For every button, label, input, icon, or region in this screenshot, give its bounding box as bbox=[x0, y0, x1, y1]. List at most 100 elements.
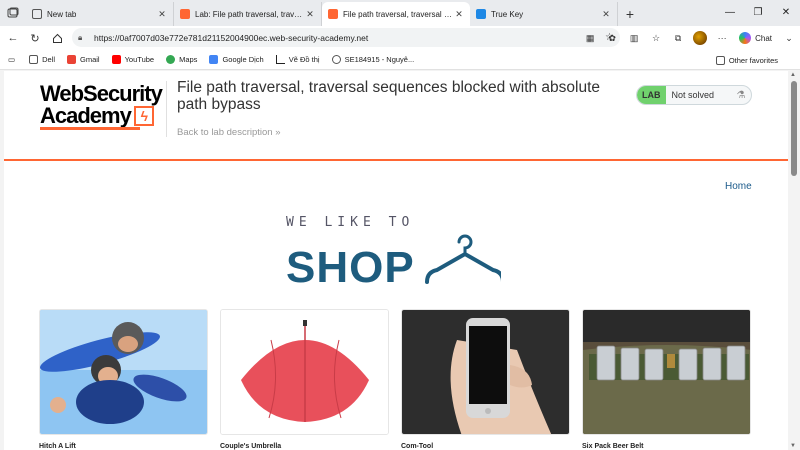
banner-tagline: WE LIKE TO bbox=[286, 215, 415, 230]
portswigger-icon bbox=[180, 9, 190, 19]
profile-avatar[interactable] bbox=[689, 27, 711, 49]
address-bar[interactable]: 🔒︎ https://0af7007d03e772e781d2115200490… bbox=[72, 28, 620, 47]
copilot-chat-button[interactable]: Chat bbox=[733, 32, 778, 44]
product-name[interactable]: Com-Tool bbox=[401, 443, 433, 450]
new-tab-icon bbox=[32, 9, 42, 19]
tab-title: New tab bbox=[47, 9, 77, 19]
globe-icon bbox=[331, 55, 341, 64]
maps-icon bbox=[166, 55, 176, 64]
browser-toolbar: ← ↻ 🔒︎ https://0af7007d03e772e781d211520… bbox=[0, 26, 800, 50]
product-card[interactable] bbox=[220, 309, 389, 435]
scroll-down-icon[interactable]: ▼ bbox=[790, 443, 796, 449]
folder-icon bbox=[29, 55, 39, 64]
bookmark-label: Gmail bbox=[80, 55, 100, 64]
product-card[interactable] bbox=[582, 309, 751, 435]
bookmark-graph[interactable]: Vẽ Đồ thị bbox=[275, 55, 320, 64]
lightning-icon: ϟ bbox=[133, 106, 154, 126]
other-favorites[interactable]: Other favorites bbox=[715, 50, 778, 70]
close-window-icon[interactable]: ✕ bbox=[772, 0, 800, 24]
tab-new-tab[interactable]: New tab ✕ bbox=[26, 2, 174, 26]
refresh-icon[interactable]: ↻ bbox=[24, 27, 46, 49]
toolbar-right: ▦ ✿ ▥ ☆ ⧉ ··· Chat ⌄ bbox=[579, 26, 800, 50]
bookmark-label: YouTube bbox=[124, 55, 155, 64]
scrollbar-thumb[interactable] bbox=[791, 81, 797, 176]
restore-icon[interactable]: ❐ bbox=[744, 0, 772, 24]
bookmark-label: Maps bbox=[179, 55, 198, 64]
header-divider bbox=[166, 81, 167, 137]
banner-title: SHOP bbox=[286, 243, 415, 292]
tab-bar: New tab ✕ Lab: File path traversal, trav… bbox=[0, 0, 800, 26]
product-image-red-umbrella[interactable] bbox=[221, 310, 389, 435]
product-image-skydivers[interactable] bbox=[40, 310, 208, 435]
tab-actions-icon[interactable] bbox=[0, 0, 26, 26]
extensions-icon[interactable]: ✿ bbox=[601, 27, 623, 49]
back-icon[interactable]: ← bbox=[2, 27, 24, 49]
bookmark-youtube[interactable]: YouTube bbox=[111, 55, 155, 64]
home-icon[interactable] bbox=[46, 27, 68, 49]
close-icon[interactable]: ✕ bbox=[157, 9, 167, 20]
tab-lab-description[interactable]: Lab: File path traversal, traversal se ✕ bbox=[174, 2, 322, 26]
bookmark-label: Vẽ Đồ thị bbox=[288, 55, 320, 64]
bookmark-dell[interactable]: Dell bbox=[29, 55, 55, 64]
bookmark-label: Dell bbox=[42, 55, 56, 64]
tab-true-key[interactable]: True Key ✕ bbox=[470, 2, 618, 26]
product-card[interactable] bbox=[401, 309, 570, 435]
page-scrollbar[interactable]: ▲ ▼ bbox=[788, 71, 800, 450]
split-screen-icon[interactable]: ▥ bbox=[623, 27, 645, 49]
logo-line1: WebSecurity bbox=[40, 81, 163, 106]
collections-icon[interactable]: ⧉ bbox=[667, 27, 689, 49]
product-image-beer-belt[interactable] bbox=[583, 310, 751, 435]
hanger-icon bbox=[424, 234, 501, 284]
bookmark-maps[interactable]: Maps bbox=[166, 55, 197, 64]
tab-lab-active[interactable]: File path traversal, traversal seque ✕ bbox=[322, 2, 470, 26]
copilot-icon bbox=[739, 32, 752, 44]
close-icon[interactable]: ✕ bbox=[601, 9, 611, 20]
folder-icon bbox=[715, 55, 725, 65]
graph-icon bbox=[275, 55, 285, 64]
lab-header: WebSecurity Academy ϟ File path traversal… bbox=[4, 71, 788, 161]
product-image-phone-in-hand[interactable] bbox=[402, 310, 570, 435]
more-menu-icon[interactable]: ··· bbox=[711, 27, 733, 49]
bookmark-se184915[interactable]: SE184915 - Nguyê... bbox=[331, 55, 414, 64]
portswigger-icon bbox=[328, 9, 338, 19]
lock-icon[interactable]: 🔒︎ bbox=[78, 33, 90, 43]
true-key-icon bbox=[476, 9, 486, 19]
window-controls: — ❐ ✕ bbox=[716, 0, 800, 24]
reading-list-icon[interactable]: ▭ bbox=[8, 55, 15, 64]
translate-icon bbox=[209, 55, 219, 64]
product-card[interactable] bbox=[39, 309, 208, 435]
bookmark-gmail[interactable]: Gmail bbox=[67, 55, 100, 64]
bookmark-google-translate[interactable]: Google Dịch bbox=[209, 55, 264, 64]
chevron-down-icon[interactable]: ⌄ bbox=[778, 27, 800, 49]
product-name[interactable]: Six Pack Beer Belt bbox=[582, 443, 643, 450]
product-grid bbox=[39, 309, 751, 435]
web-security-academy-logo[interactable]: WebSecurity Academy ϟ bbox=[40, 83, 166, 131]
bookmarks-bar: ▭ Dell Gmail YouTube Maps Google Dịch Vẽ… bbox=[0, 50, 800, 70]
lab-status-widget: LAB Not solved ⚗︎ bbox=[636, 85, 752, 105]
youtube-icon bbox=[111, 55, 121, 64]
favorites-icon[interactable]: ☆ bbox=[645, 27, 667, 49]
logo-underline bbox=[40, 127, 140, 130]
close-icon[interactable]: ✕ bbox=[454, 9, 464, 20]
home-link[interactable]: Home bbox=[725, 181, 752, 192]
lab-status-text: Not solved bbox=[671, 90, 715, 100]
gmail-icon bbox=[67, 55, 77, 64]
flask-icon: ⚗︎ bbox=[736, 89, 746, 101]
bookmark-label: Google Dịch bbox=[222, 55, 264, 64]
tab-title: True Key bbox=[491, 9, 524, 19]
qr-icon[interactable]: ▦ bbox=[579, 27, 601, 49]
minimize-icon[interactable]: — bbox=[716, 0, 744, 24]
back-to-lab-description-link[interactable]: Back to lab description » bbox=[177, 127, 281, 138]
logo-line2: Academy bbox=[40, 103, 132, 128]
shop-banner: WE LIKE TO SHOP bbox=[286, 215, 510, 290]
product-name[interactable]: Couple's Umbrella bbox=[220, 443, 281, 450]
close-icon[interactable]: ✕ bbox=[305, 9, 315, 20]
tab-title: Lab: File path traversal, traversal se bbox=[195, 9, 305, 19]
scroll-up-icon[interactable]: ▲ bbox=[790, 72, 796, 78]
lab-badge: LAB bbox=[637, 86, 666, 104]
tab-title: File path traversal, traversal seque bbox=[343, 9, 454, 19]
new-tab-button[interactable]: + bbox=[618, 2, 642, 26]
lab-title: File path traversal, traversal sequences… bbox=[177, 79, 601, 113]
chat-label: Chat bbox=[755, 33, 772, 43]
product-name[interactable]: Hitch A Lift bbox=[39, 443, 76, 450]
